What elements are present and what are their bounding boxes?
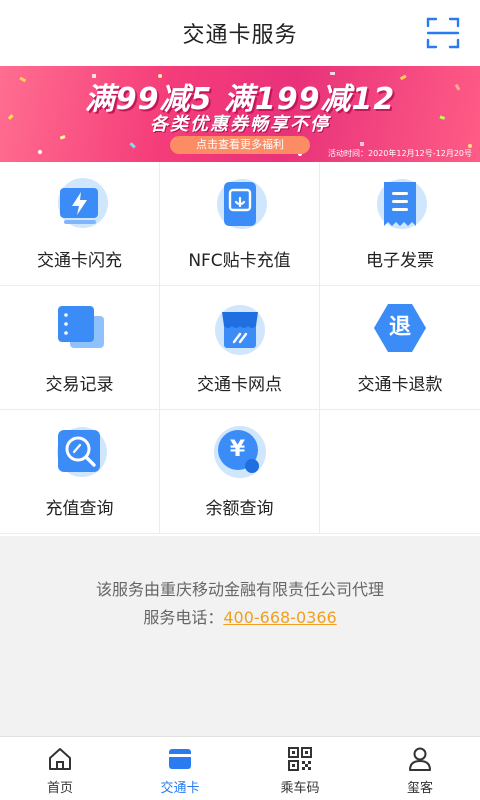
refund-icon: 退 bbox=[372, 300, 428, 356]
card-icon bbox=[169, 749, 191, 769]
scan-icon[interactable] bbox=[426, 16, 460, 50]
service-outlets[interactable]: 交通卡网点 bbox=[160, 286, 320, 410]
banner-subline: 各类优惠券畅享不停 bbox=[150, 114, 330, 135]
bottom-tab-bar: 首页 交通卡 乘车码 玺客 bbox=[0, 736, 480, 800]
page-title: 交通卡服务 bbox=[182, 23, 298, 48]
service-provider-info: 该服务由重庆移动金融有限责任公司代理 服务电话：400-668-0366 bbox=[0, 576, 480, 632]
tab-home[interactable]: 首页 bbox=[0, 737, 120, 800]
home-icon bbox=[49, 748, 71, 770]
banner-period: 活动时间：2020年12月12号-12月20号 bbox=[328, 149, 472, 158]
banner-cta-button[interactable]: 点击查看更多福利 bbox=[170, 136, 310, 154]
tab-card[interactable]: 交通卡 bbox=[120, 737, 240, 800]
provider-text: 该服务由重庆移动金融有限责任公司代理 bbox=[95, 580, 384, 599]
service-label: 电子发票 bbox=[366, 251, 434, 271]
store-icon bbox=[214, 305, 265, 355]
flash-charge-icon bbox=[57, 178, 108, 228]
tab-label: 交通卡 bbox=[160, 781, 200, 796]
service-refund[interactable]: 退 交通卡退款 bbox=[320, 286, 480, 410]
top-bar: 交通卡服务 bbox=[0, 0, 480, 66]
service-flash-charge[interactable]: 交通卡闪充 bbox=[0, 162, 160, 286]
service-label: NFC贴卡充值 bbox=[188, 251, 291, 271]
refund-glyph: 退 bbox=[388, 315, 411, 340]
service-label: 交通卡退款 bbox=[357, 375, 443, 395]
balance-query-icon: ¥ bbox=[212, 424, 268, 480]
service-label: 交通卡网点 bbox=[197, 375, 282, 395]
promo-banner[interactable]: 满99减5 满199减12 各类优惠券畅享不停 点击查看更多福利 活动时间：20… bbox=[0, 66, 480, 162]
service-label: 交易记录 bbox=[45, 375, 114, 395]
service-recharge-query[interactable]: 充值查询 bbox=[0, 410, 160, 534]
tab-label: 玺客 bbox=[406, 781, 433, 796]
phone-link[interactable]: 400-668-0366 bbox=[223, 608, 336, 627]
service-balance-query[interactable]: ¥ 余额查询 bbox=[160, 410, 320, 534]
balance-glyph: ¥ bbox=[229, 437, 246, 462]
service-invoice[interactable]: 电子发票 bbox=[320, 162, 480, 286]
tab-label: 首页 bbox=[46, 781, 73, 796]
service-label: 余额查询 bbox=[205, 499, 274, 519]
tab-qr-code[interactable]: 乘车码 bbox=[240, 737, 360, 800]
recharge-query-icon bbox=[56, 427, 107, 477]
user-icon bbox=[409, 747, 431, 771]
empty-cell bbox=[320, 410, 480, 534]
service-label: 交通卡闪充 bbox=[37, 251, 122, 271]
service-grid: 交通卡闪充 NFC贴卡充值 电子发票 交易记录 交通卡网点 退 交通卡退款 充值… bbox=[0, 162, 480, 536]
records-icon bbox=[57, 306, 104, 348]
qr-code-icon bbox=[288, 747, 312, 771]
service-nfc-recharge[interactable]: NFC贴卡充值 bbox=[160, 162, 320, 286]
service-label: 充值查询 bbox=[45, 499, 114, 519]
service-records[interactable]: 交易记录 bbox=[0, 286, 160, 410]
tab-profile[interactable]: 玺客 bbox=[360, 737, 480, 800]
invoice-icon bbox=[377, 179, 427, 229]
nfc-card-icon bbox=[216, 179, 267, 229]
tab-label: 乘车码 bbox=[280, 781, 320, 796]
phone-label: 服务电话： bbox=[143, 608, 224, 627]
